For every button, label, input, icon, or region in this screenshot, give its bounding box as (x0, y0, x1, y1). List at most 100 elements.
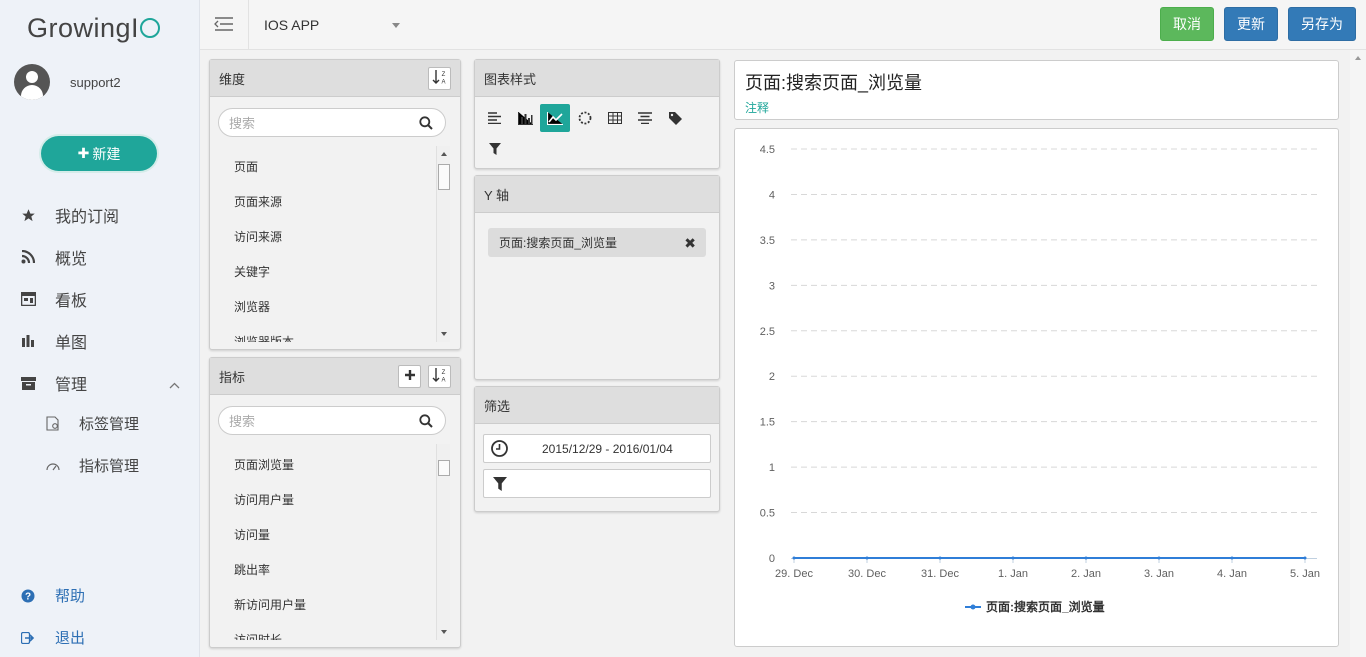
filter-header: 筛选 (475, 387, 719, 424)
x-tick-label: 2. Jan (1071, 568, 1101, 580)
nav-tag-management[interactable]: 标签管理 (43, 413, 213, 434)
list-item[interactable]: 页面浏览量 (234, 456, 294, 473)
page-scrollbar[interactable] (1350, 50, 1366, 657)
logo-text-i: I (131, 12, 140, 43)
nav-dashboard[interactable]: 看板 (18, 287, 188, 311)
sort-button[interactable]: ZA (428, 365, 451, 388)
user-profile[interactable]: support2 (14, 64, 121, 100)
y-tick-label: 1 (769, 462, 775, 474)
y-tick-label: 0.5 (760, 508, 775, 520)
list-item[interactable]: 跳出率 (234, 561, 270, 578)
dimensions-header: 维度 ZA (210, 60, 460, 97)
tag-icon[interactable] (660, 104, 690, 132)
data-point[interactable] (1011, 556, 1015, 560)
scroll-down-icon[interactable] (441, 332, 447, 336)
y-axis-metric-tag[interactable]: 页面:搜索页面_浏览量 ✖ (488, 228, 706, 257)
data-point[interactable] (865, 556, 869, 560)
nav-logout[interactable]: 退出 (18, 627, 188, 648)
chart-title[interactable]: 页面:搜索页面_浏览量 (745, 69, 922, 95)
filter-panel: 筛选 2015/12/29 - 2016/01/04 (474, 386, 720, 512)
nav-manage[interactable]: 管理 (18, 371, 188, 395)
filter-condition-field[interactable] (483, 469, 711, 498)
line-chart: 0 0.5 1 1.5 2 2.5 3 3.5 4 4.5 29. Dec 30. Dec 31. De… (760, 144, 1320, 614)
list-item[interactable]: 关键字 (234, 263, 270, 280)
data-point[interactable] (1230, 556, 1234, 560)
nav-metric-management[interactable]: 指标管理 (43, 455, 213, 476)
date-range-picker[interactable]: 2015/12/29 - 2016/01/04 (483, 434, 711, 463)
tag-label: 页面:搜索页面_浏览量 (499, 236, 618, 250)
dimension-search-input[interactable]: 搜索 (218, 108, 446, 137)
legend-item-label[interactable]: 页面:搜索页面_浏览量 (986, 599, 1105, 614)
x-tick-label: 3. Jan (1144, 568, 1174, 580)
chevron-up-icon[interactable] (169, 376, 180, 394)
list-item[interactable]: 访问来源 (234, 228, 282, 245)
dimension-scrollbar[interactable] (436, 146, 450, 342)
list-item[interactable]: 页面来源 (234, 193, 282, 210)
list-item[interactable]: 浏览器版本 (234, 333, 294, 342)
filter-icon[interactable] (480, 135, 510, 163)
app-select[interactable]: IOS APP (264, 17, 404, 33)
data-point[interactable] (1157, 556, 1161, 560)
svg-text:A: A (441, 378, 445, 384)
search-icon (419, 414, 433, 431)
chart-style-header: 图表样式 (475, 60, 719, 97)
data-point[interactable] (792, 556, 796, 560)
x-tick-label: 30. Dec (848, 568, 886, 580)
list-item[interactable]: 访问用户量 (234, 491, 294, 508)
scroll-up-icon[interactable] (441, 152, 447, 156)
metric-scrollbar[interactable] (436, 444, 450, 640)
funnel-bars-icon[interactable] (630, 104, 660, 132)
cancel-button[interactable]: 取消 (1160, 7, 1214, 41)
bar-horizontal-icon[interactable] (480, 104, 510, 132)
line-chart-icon[interactable] (540, 104, 570, 132)
scroll-up-icon[interactable] (1355, 56, 1361, 60)
list-item[interactable]: 新访问用户量 (234, 596, 306, 613)
data-point[interactable] (938, 556, 942, 560)
list-item[interactable]: 页面 (234, 158, 258, 175)
sort-button[interactable]: ZA (428, 67, 451, 90)
close-icon[interactable]: ✖ (684, 235, 696, 252)
data-point[interactable] (1084, 556, 1088, 560)
nav-overview[interactable]: 概览 (18, 245, 188, 269)
x-tick-label: 29. Dec (775, 568, 813, 580)
new-button[interactable]: ✚ 新建 (41, 136, 157, 171)
bar-chart-icon (18, 334, 38, 348)
nav-label: 退出 (55, 630, 86, 647)
list-item[interactable]: 浏览器 (234, 298, 270, 315)
y-tick-label: 3.5 (760, 235, 775, 247)
donut-chart-icon[interactable] (570, 104, 600, 132)
list-item[interactable]: 访问时长 (234, 631, 282, 640)
clock-icon (491, 440, 508, 457)
metric-search-input[interactable]: 搜索 (218, 406, 446, 435)
growingio-logo[interactable]: Growing I (27, 12, 161, 44)
update-button[interactable]: 更新 (1224, 7, 1278, 41)
y-tick-label: 1.5 (760, 417, 775, 429)
svg-text:Z: Z (441, 72, 445, 78)
scroll-thumb[interactable] (438, 164, 450, 190)
add-metric-button[interactable] (398, 365, 421, 388)
svg-text:Z: Z (441, 370, 445, 376)
nav-my-subscriptions[interactable]: 我的订阅 (18, 203, 188, 227)
metric-list: 页面浏览量 访问用户量 访问量 跳出率 新访问用户量 访问时长 (210, 444, 436, 640)
logout-icon (18, 631, 38, 644)
annotation-link[interactable]: 注释 (745, 99, 769, 116)
nav-help[interactable]: ? 帮助 (18, 585, 188, 606)
panel-title: 指标 (219, 369, 246, 385)
x-tick-label: 31. Dec (921, 568, 959, 580)
bar-vertical-icon[interactable] (510, 104, 540, 132)
chart-style-panel: 图表样式 (474, 59, 720, 169)
save-as-button[interactable]: 另存为 (1288, 7, 1356, 41)
scroll-down-icon[interactable] (441, 630, 447, 634)
menu-toggle-button[interactable] (200, 0, 249, 50)
app-select-value: IOS APP (264, 17, 320, 33)
rss-icon (18, 250, 38, 264)
metrics-panel: 指标 ZA 搜索 页面浏览量 访问用户量 访问量 跳出率 新访问用户量 访问时长 (209, 357, 461, 648)
list-item[interactable]: 访问量 (234, 526, 270, 543)
username: support2 (70, 74, 121, 90)
table-icon[interactable] (600, 104, 630, 132)
scroll-thumb[interactable] (438, 460, 450, 476)
data-point[interactable] (1303, 556, 1307, 560)
plus-icon (404, 369, 416, 384)
nav-single-chart[interactable]: 单图 (18, 329, 188, 353)
logo-text-prefix: Growing (27, 12, 132, 43)
